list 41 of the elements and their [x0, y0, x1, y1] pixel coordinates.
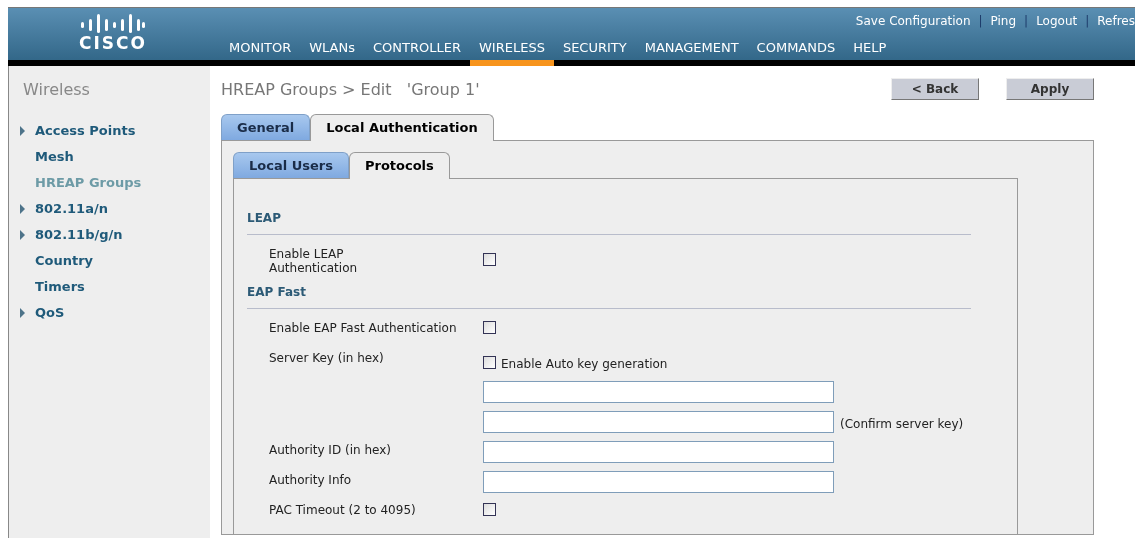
- section-heading: LEAP: [247, 209, 971, 235]
- action-button[interactable]: < Back: [891, 78, 979, 100]
- sidebar-item[interactable]: Mesh: [35, 146, 74, 167]
- nav-tab[interactable]: MANAGEMENT: [635, 37, 748, 66]
- tab[interactable]: Local Authentication: [310, 114, 494, 141]
- page-title: HREAP Groups > Edit 'Group 1': [221, 79, 480, 101]
- sidebar-item[interactable]: Country: [35, 250, 94, 271]
- field-note: (Confirm server key): [840, 416, 964, 433]
- sidebar-title: Wireless: [22, 79, 91, 101]
- section-heading: EAP Fast: [247, 283, 971, 309]
- nav-tab[interactable]: COMMANDS: [747, 37, 845, 66]
- nav-tab[interactable]: CONTROLLER: [364, 37, 470, 66]
- tab[interactable]: Protocols: [348, 152, 450, 179]
- sidebar-item[interactable]: Access Points: [35, 120, 136, 141]
- link-separator: |: [1085, 13, 1090, 30]
- sidebar-item[interactable]: QoS: [35, 302, 65, 323]
- link-separator: |: [1024, 13, 1029, 30]
- checkbox-label: Enable Auto key generation: [501, 356, 668, 373]
- sidebar-item[interactable]: Timers: [35, 276, 85, 297]
- tab[interactable]: Local Users: [233, 152, 349, 178]
- sidebar-item[interactable]: 802.11a/n: [35, 198, 108, 219]
- top-link[interactable]: Ping: [990, 12, 1017, 30]
- nav-tab[interactable]: SECURITY: [553, 37, 636, 66]
- nav-tab[interactable]: MONITOR: [220, 37, 301, 66]
- nav-tab[interactable]: WLANs: [300, 37, 364, 66]
- field-label: Authority ID (in hex): [269, 443, 391, 457]
- field-label: PAC Timeout (2 to 4095): [269, 503, 416, 517]
- nav-tab[interactable]: WIRELESS: [470, 37, 554, 66]
- field-label: Enable EAP Fast Authentication: [269, 321, 457, 335]
- top-link[interactable]: Refres: [1097, 12, 1135, 30]
- top-link[interactable]: Logout: [1036, 12, 1078, 30]
- field-label: Enable LEAP Authentication: [269, 247, 359, 275]
- field-label: Authority Info: [269, 473, 352, 487]
- action-button[interactable]: Apply: [1006, 78, 1094, 100]
- logo-wordmark: CISCO: [79, 35, 147, 52]
- field-label: Server Key (in hex): [269, 351, 384, 365]
- nav-tab[interactable]: HELP: [844, 37, 896, 66]
- sidebar-item[interactable]: 802.11b/g/n: [35, 224, 123, 245]
- top-link[interactable]: Save Configuration: [855, 12, 971, 30]
- tab[interactable]: General: [221, 114, 311, 140]
- link-separator: |: [978, 13, 983, 30]
